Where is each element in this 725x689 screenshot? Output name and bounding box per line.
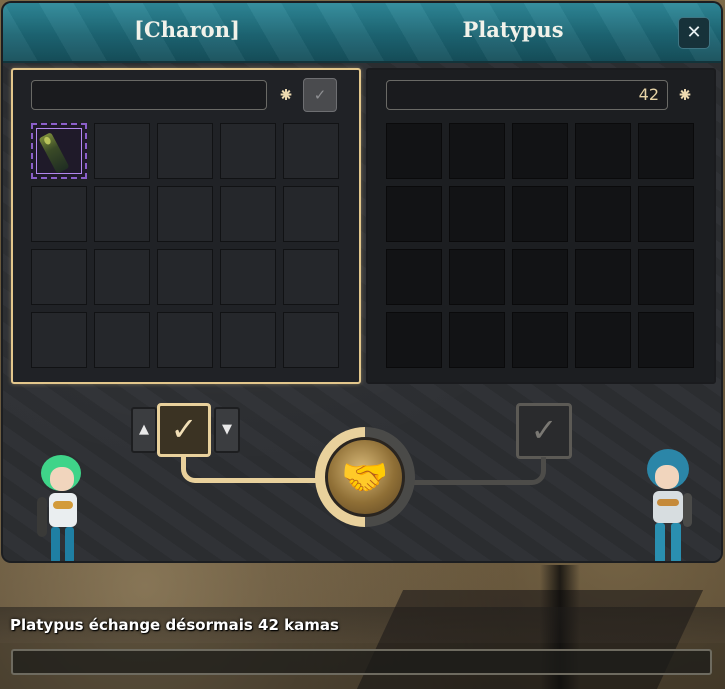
my-item-slot[interactable] — [157, 312, 213, 368]
my-item-slot[interactable] — [283, 123, 339, 179]
other-item-slot[interactable] — [512, 123, 568, 179]
other-item-slot[interactable] — [386, 312, 442, 368]
my-item-slot[interactable] — [283, 249, 339, 305]
my-validate-button[interactable]: ✓ — [157, 403, 211, 457]
other-kamas-field: 42 — [386, 80, 668, 110]
my-item-slot[interactable] — [220, 186, 276, 242]
other-item-slot[interactable] — [449, 186, 505, 242]
other-item-slot[interactable] — [638, 249, 694, 305]
other-offer-panel: 42 ⁕ — [366, 68, 716, 384]
kamas-icon: ⁕ — [277, 83, 295, 107]
handshake-glyph: 🤝 — [341, 455, 389, 499]
chat-message: Platypus échange désormais 42 kamas — [10, 616, 339, 634]
lower-button[interactable]: ▼ — [214, 407, 240, 453]
other-item-slot[interactable] — [638, 186, 694, 242]
my-item-slot[interactable] — [220, 312, 276, 368]
my-item-slot[interactable] — [31, 123, 87, 179]
other-player-name: Platypus — [462, 17, 564, 42]
other-item-slot[interactable] — [512, 249, 568, 305]
my-item-grid — [31, 123, 341, 371]
close-icon: ✕ — [686, 22, 702, 43]
check-icon: ✓ — [313, 86, 327, 104]
other-item-slot[interactable] — [575, 186, 631, 242]
arrow-down-icon: ▼ — [222, 422, 232, 437]
my-item-slot[interactable] — [283, 186, 339, 242]
other-item-slot[interactable] — [449, 249, 505, 305]
other-ready-wire — [403, 457, 546, 485]
my-item-slot[interactable] — [220, 123, 276, 179]
my-item-slot[interactable] — [31, 186, 87, 242]
my-item-slot[interactable] — [94, 249, 150, 305]
close-button[interactable]: ✕ — [678, 17, 710, 49]
my-offer-panel: ⁕ ✓ — [11, 68, 361, 384]
other-item-slot[interactable] — [449, 312, 505, 368]
other-item-grid — [386, 123, 696, 371]
other-item-slot[interactable] — [575, 123, 631, 179]
other-item-slot[interactable] — [386, 186, 442, 242]
my-character-avatar — [37, 455, 89, 561]
raise-button[interactable]: ▲ — [131, 407, 157, 453]
my-item-slot[interactable] — [283, 312, 339, 368]
my-item-slot[interactable] — [157, 186, 213, 242]
my-item-slot[interactable] — [94, 186, 150, 242]
other-item-slot[interactable] — [638, 312, 694, 368]
my-item-slot[interactable] — [157, 123, 213, 179]
other-item-slot[interactable] — [512, 186, 568, 242]
my-item-slot[interactable] — [220, 249, 276, 305]
other-item-slot[interactable] — [638, 123, 694, 179]
other-item-slot[interactable] — [386, 249, 442, 305]
other-item-slot[interactable] — [575, 249, 631, 305]
chat-input[interactable] — [11, 649, 712, 675]
other-item-slot[interactable] — [575, 312, 631, 368]
my-item-slot[interactable] — [94, 312, 150, 368]
my-kamas-input[interactable] — [31, 80, 267, 110]
other-item-slot[interactable] — [512, 312, 568, 368]
my-item-slot[interactable] — [31, 249, 87, 305]
check-icon: ✓ — [170, 410, 198, 448]
check-icon: ✓ — [530, 411, 558, 449]
kamas-icon: ⁕ — [676, 83, 694, 107]
handshake-icon: 🤝 — [325, 437, 405, 517]
weapon-icon — [38, 132, 70, 174]
other-item-slot[interactable] — [449, 123, 505, 179]
other-character-avatar — [643, 449, 695, 561]
other-item-slot[interactable] — [386, 123, 442, 179]
my-player-name: [Charon] — [134, 17, 240, 42]
my-ready-wire — [181, 455, 331, 483]
other-validate-indicator: ✓ — [516, 403, 572, 459]
my-item-slot[interactable] — [157, 249, 213, 305]
my-item-slot[interactable] — [31, 312, 87, 368]
my-item-slot[interactable] — [94, 123, 150, 179]
arrow-up-icon: ▲ — [139, 422, 149, 437]
exchange-window: [Charon] Platypus ✕ ⁕ ✓ 42 ⁕ ▲ ✓ ▼ ✓ 🤝 — [3, 3, 721, 561]
kamas-confirm-button[interactable]: ✓ — [303, 78, 337, 112]
